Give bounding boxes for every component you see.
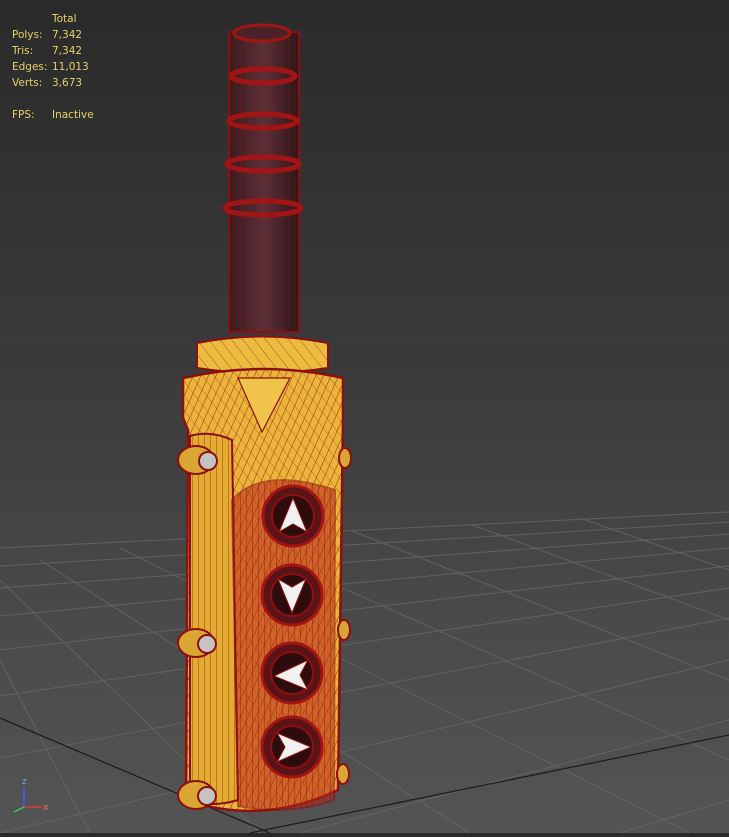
stat-label: Edges: [12, 61, 48, 73]
z-axis-label: z [22, 777, 27, 787]
ground-grid [0, 511, 729, 834]
fps-label: FPS: [12, 109, 35, 121]
stat-value: 3,673 [52, 77, 83, 89]
stat-row-verts: Verts: 3,673 [12, 75, 94, 91]
stat-row-edges: Edges: 11,013 [12, 59, 94, 75]
stat-value: 7,342 [52, 29, 83, 41]
stat-value: 7,342 [52, 45, 83, 57]
stat-label: Tris: [12, 45, 34, 57]
stats-header: Total [52, 13, 77, 25]
arrow-left-icon [260, 641, 324, 705]
arrow-down-icon [260, 563, 324, 627]
top-collar [196, 335, 329, 374]
stat-row-fps: FPS: Inactive [12, 107, 94, 123]
arrow-right-icon [260, 715, 324, 779]
y-axis-line [13, 806, 25, 813]
stat-label: Verts: [12, 77, 43, 89]
screw [177, 780, 217, 810]
stat-label: Polys: [12, 29, 43, 41]
stat-row-tris: Tris: 7,342 [12, 43, 94, 59]
stat-row-polys: Polys: 7,342 [12, 27, 94, 43]
viewport-3d[interactable] [0, 0, 729, 834]
viewport-statistics: Total Polys: 7,342 Tris: 7,342 Edges: 11,01… [12, 11, 94, 123]
cable-tube [222, 23, 304, 333]
stat-value: 11,013 [52, 61, 89, 73]
screw [177, 628, 217, 658]
fps-value: Inactive [52, 109, 94, 121]
x-axis-label: x [43, 803, 49, 813]
pendant-model[interactable] [177, 23, 352, 813]
arrow-up-icon [261, 484, 325, 548]
axis-gizmo[interactable]: z x [6, 775, 54, 815]
